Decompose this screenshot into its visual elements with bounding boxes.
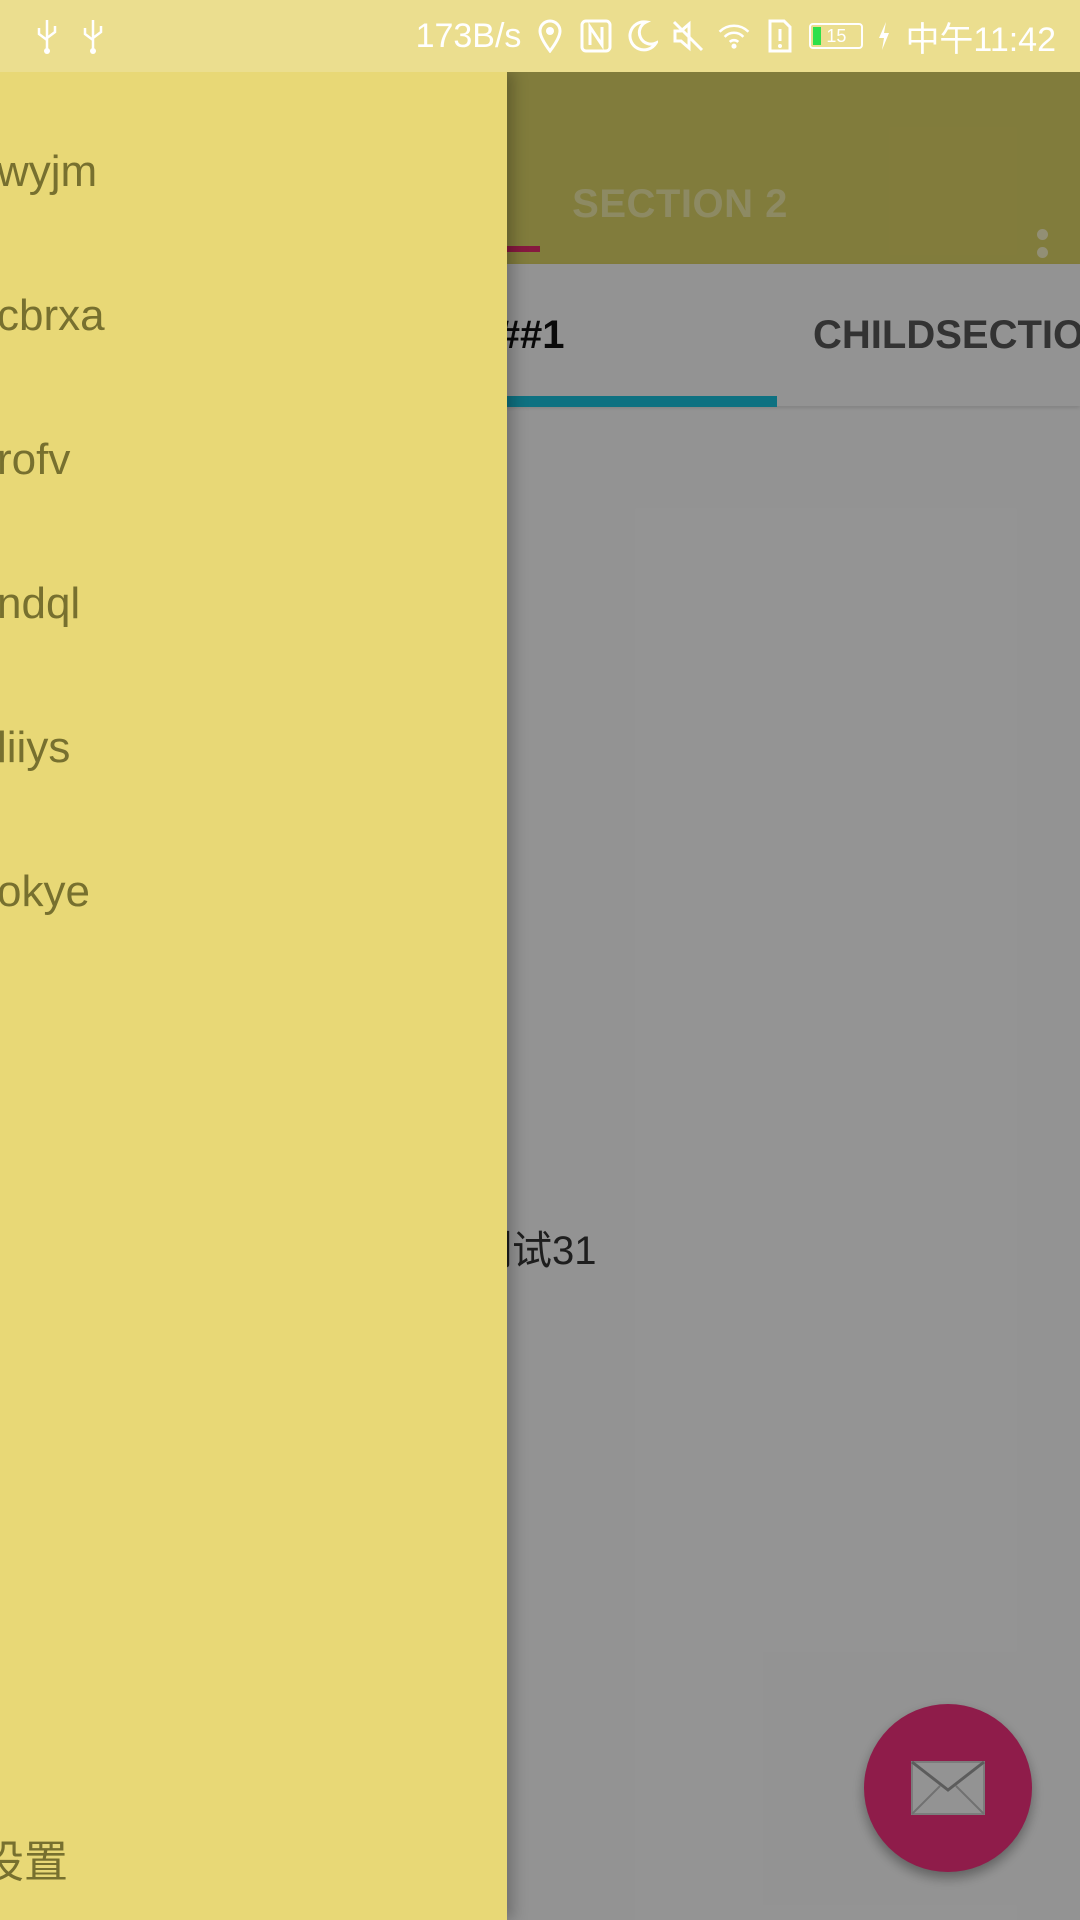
wifi-icon — [717, 16, 751, 56]
location-icon — [533, 16, 567, 56]
drawer-item[interactable]: liiys — [0, 698, 70, 798]
clock: 中午11:42 — [905, 20, 1056, 59]
battery-level: 15 — [826, 25, 847, 46]
drawer-item[interactable]: cbrxa — [0, 266, 105, 366]
navigation-drawer: wyjm cbrxa rofv ndql liiys okye 设置 — [0, 72, 507, 1920]
nfc-icon — [579, 16, 613, 56]
drawer-item[interactable]: rofv — [0, 410, 70, 510]
usb-icon — [30, 16, 64, 56]
drawer-item[interactable]: okye — [0, 842, 90, 942]
drawer-item[interactable]: ndql — [0, 554, 80, 654]
status-bar: 173B/s 15 中午11:42 — [0, 0, 1080, 72]
moon-icon — [625, 16, 659, 56]
battery-icon: 15 — [809, 23, 864, 49]
drawer-item[interactable]: wyjm — [0, 122, 97, 222]
mute-icon — [671, 16, 705, 56]
usb-icon — [76, 16, 110, 56]
sim-alert-icon — [763, 16, 797, 56]
network-speed: 173B/s — [415, 16, 522, 55]
charging-icon — [875, 16, 893, 56]
drawer-settings[interactable]: 设置 — [0, 1826, 68, 1890]
